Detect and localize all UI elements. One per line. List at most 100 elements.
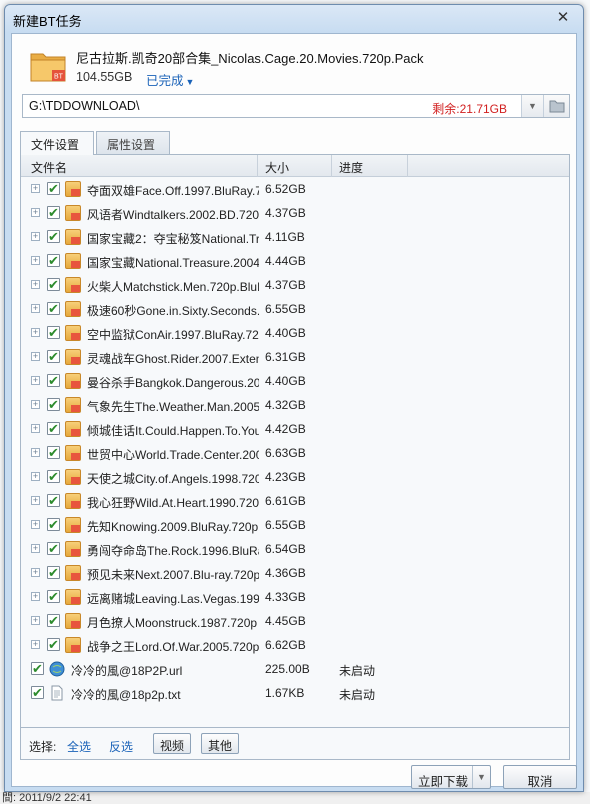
expand-toggle[interactable]: + [31,496,40,505]
file-row[interactable]: + 世贸中心World.Trade.Center.2006 6.63GB [21,441,569,465]
file-row[interactable]: + 预见未来Next.2007.Blu-ray.720p 4.36GB [21,561,569,585]
file-checkbox[interactable] [47,493,60,509]
expand-toggle[interactable]: + [31,304,40,313]
expand-toggle[interactable]: + [31,424,40,433]
select-video-button[interactable]: 视频 [153,733,192,754]
bt-folder-icon [65,205,81,221]
expand-toggle[interactable]: + [31,520,40,529]
file-row[interactable]: 冷冷的風@18P2P.url 225.00B 未启动 [21,657,569,681]
file-checkbox[interactable] [47,205,60,221]
selection-bar: 选择: 全选 反选 视频 其他 [20,728,570,760]
file-checkbox[interactable] [47,277,60,293]
file-row[interactable]: + 月色撩人Moonstruck.1987.720p 4.45GB [21,609,569,633]
tab-file-settings[interactable]: 文件设置 [20,131,94,155]
select-all-link[interactable]: 全选 [67,738,91,755]
chevron-down-icon[interactable]: ▼ [472,766,490,788]
column-divider[interactable] [331,155,332,177]
file-name: 先知Knowing.2009.BluRay.720p [87,520,259,534]
file-checkbox[interactable] [47,613,60,629]
expand-toggle[interactable]: + [31,448,40,457]
file-name: 冷冷的風@18P2P.url [71,664,183,678]
file-checkbox[interactable] [47,589,60,605]
file-row[interactable]: + 曼谷杀手Bangkok.Dangerous.2008 4.40GB [21,369,569,393]
close-button[interactable]: ✕ [553,9,573,27]
expand-toggle[interactable]: + [31,184,40,193]
bt-folder-icon [65,565,81,581]
title-bar[interactable]: 新建BT任务 ✕ [5,5,583,33]
expand-toggle[interactable]: + [31,376,40,385]
path-history-dropdown[interactable]: ▼ [521,95,543,117]
file-checkbox[interactable] [47,373,60,389]
browse-folder-button[interactable] [543,95,569,117]
file-size: 6.61GB [265,494,306,508]
column-header-size[interactable]: 大小 [265,159,289,176]
download-now-button[interactable]: 立即下载 ▼ [411,765,491,789]
expand-toggle[interactable]: + [31,568,40,577]
bt-badge [71,405,80,412]
file-row[interactable]: + 远离赌城Leaving.Las.Vegas.1995 4.33GB [21,585,569,609]
url-file-icon [49,661,65,677]
file-row[interactable]: + 国家宝藏2：夺宝秘笈National.Treasure 4.11GB [21,225,569,249]
expand-toggle[interactable]: + [31,640,40,649]
file-checkbox[interactable] [47,445,60,461]
file-row[interactable]: + 倾城佳话It.Could.Happen.To.You.1994 4.42GB [21,417,569,441]
file-size: 4.11GB [265,230,305,244]
file-progress: 未启动 [339,664,376,678]
expand-toggle[interactable]: + [31,592,40,601]
file-row[interactable]: + 战争之王Lord.Of.War.2005.720p 6.62GB [21,633,569,657]
file-row[interactable]: + 夺面双雄Face.Off.1997.BluRay.720p 6.52GB [21,177,569,201]
file-row[interactable]: + 灵魂战车Ghost.Rider.2007.Extended 6.31GB [21,345,569,369]
file-row[interactable]: + 我心狂野Wild.At.Heart.1990.720p 6.61GB [21,489,569,513]
bt-badge [71,525,80,532]
cancel-button[interactable]: 取消 [503,765,577,789]
file-checkbox[interactable] [47,469,60,485]
save-path-field[interactable]: G:\TDDOWNLOAD\ 剩余:21.71GB ▼ [22,94,570,118]
file-checkbox[interactable] [47,517,60,533]
file-row[interactable]: + 气象先生The.Weather.Man.2005.720p 4.32GB [21,393,569,417]
bt-badge [71,381,80,388]
file-row[interactable]: 冷冷的風@18p2p.txt 1.67KB 未启动 [21,681,569,705]
expand-toggle[interactable]: + [31,544,40,553]
file-checkbox[interactable] [47,397,60,413]
expand-toggle[interactable]: + [31,256,40,265]
file-checkbox[interactable] [31,685,44,701]
tab-attribute-settings[interactable]: 属性设置 [96,131,170,154]
column-divider[interactable] [257,155,258,177]
file-row[interactable]: + 国家宝藏National.Treasure.2004.720p 4.44GB [21,249,569,273]
column-header-name[interactable]: 文件名 [31,159,67,176]
file-checkbox[interactable] [31,661,44,677]
select-other-button[interactable]: 其他 [201,733,240,754]
file-row[interactable]: + 空中监狱ConAir.1997.BluRay.720p 4.40GB [21,321,569,345]
expand-toggle[interactable]: + [31,616,40,625]
file-row[interactable]: + 风语者Windtalkers.2002.BD.720p 4.37GB [21,201,569,225]
file-size: 4.37GB [265,206,306,220]
file-checkbox[interactable] [47,181,60,197]
package-status-dropdown[interactable]: 已完成 ▼ [146,70,194,89]
save-path-value[interactable]: G:\TDDOWNLOAD\ [29,99,139,113]
file-checkbox[interactable] [47,325,60,341]
file-row[interactable]: + 先知Knowing.2009.BluRay.720p 6.55GB [21,513,569,537]
file-checkbox[interactable] [47,253,60,269]
file-row[interactable]: + 火柴人Matchstick.Men.720p.BluRay 4.37GB [21,273,569,297]
expand-toggle[interactable]: + [31,208,40,217]
file-checkbox[interactable] [47,421,60,437]
file-name: 空中监狱ConAir.1997.BluRay.720p [87,328,259,342]
invert-selection-link[interactable]: 反选 [109,738,133,755]
file-row[interactable]: + 天使之城City.of.Angels.1998.720p 4.23GB [21,465,569,489]
file-row[interactable]: + 勇闯夺命岛The.Rock.1996.BluRay.720p 6.54GB [21,537,569,561]
column-header-progress[interactable]: 进度 [339,159,363,176]
file-row[interactable]: + 极速60秒Gone.in.Sixty.Seconds.2000 6.55GB [21,297,569,321]
expand-toggle[interactable]: + [31,328,40,337]
expand-toggle[interactable]: + [31,280,40,289]
expand-toggle[interactable]: + [31,400,40,409]
expand-toggle[interactable]: + [31,472,40,481]
file-checkbox[interactable] [47,637,60,653]
expand-toggle[interactable]: + [31,352,40,361]
file-checkbox[interactable] [47,301,60,317]
file-checkbox[interactable] [47,229,60,245]
file-checkbox[interactable] [47,349,60,365]
column-divider[interactable] [407,155,408,177]
file-checkbox[interactable] [47,541,60,557]
expand-toggle[interactable]: + [31,232,40,241]
file-checkbox[interactable] [47,565,60,581]
